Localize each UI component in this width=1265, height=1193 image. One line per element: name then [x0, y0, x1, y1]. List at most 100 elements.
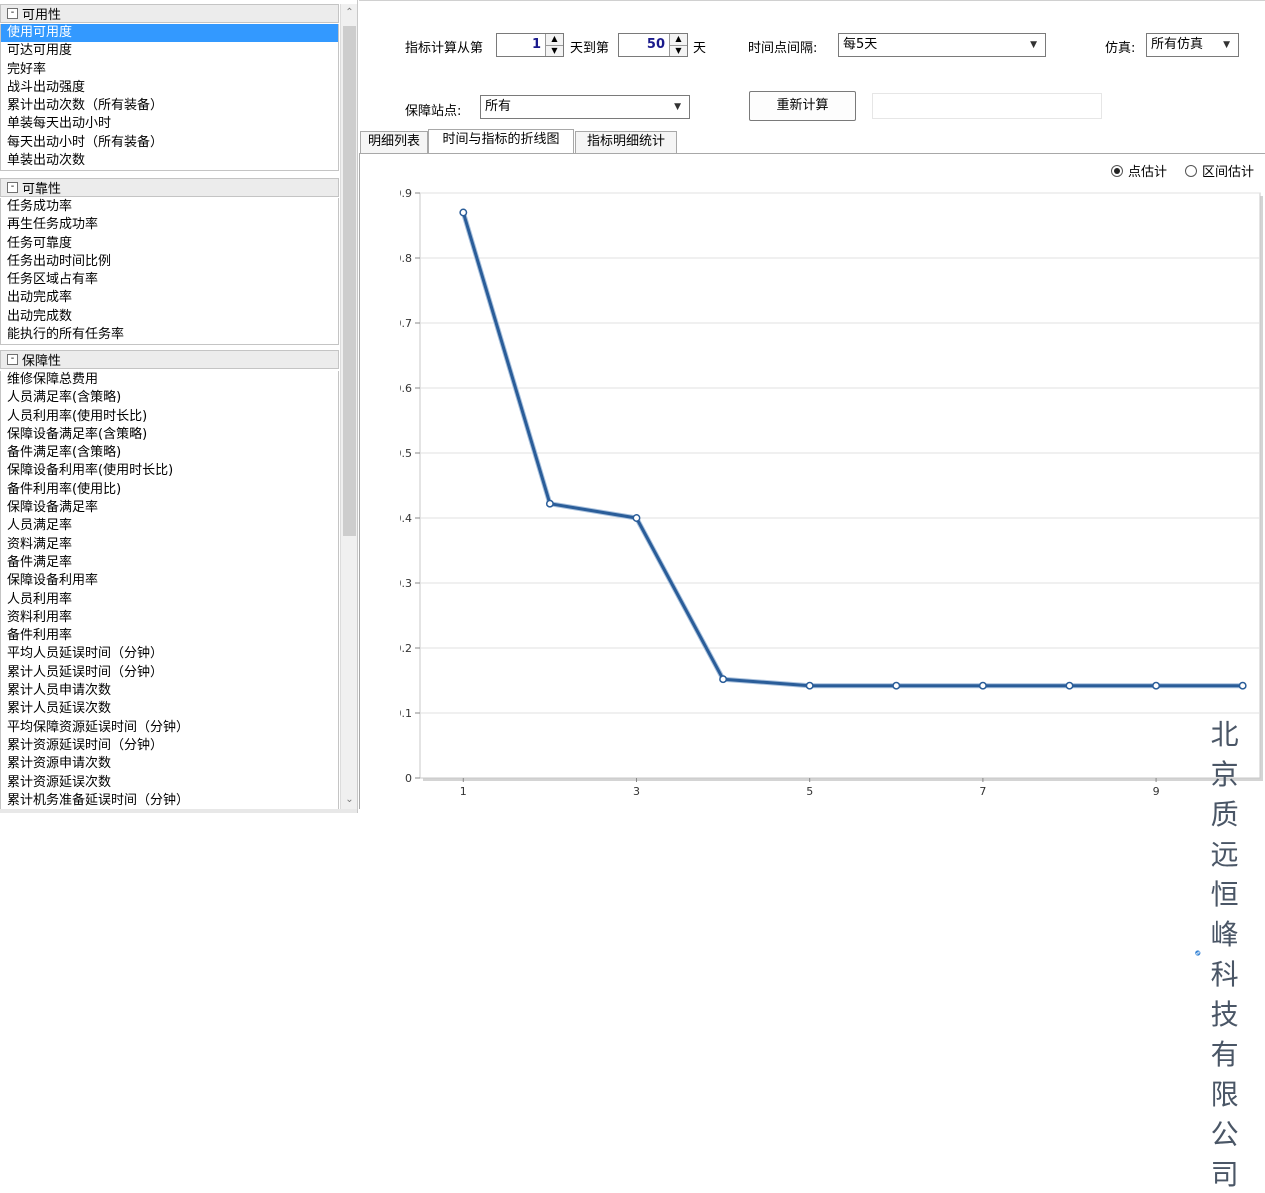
indicator-item[interactable]: 保障设备利用率(使用时长比)	[1, 462, 338, 480]
chevron-down-icon: ▼	[674, 102, 681, 112]
y-tick-label: 0.6	[400, 382, 412, 395]
watermark-text: 北京质远恒峰科技有限公司	[1210, 718, 1240, 1191]
indicator-item[interactable]: 备件利用率(使用比)	[1, 481, 338, 499]
indicator-item[interactable]: 累计资源延误时间（分钟）	[1, 737, 338, 755]
collapse-icon[interactable]: -	[7, 8, 18, 19]
radio-point-estimate[interactable]: 点估计	[1111, 161, 1167, 180]
indicator-item[interactable]: 备件满足率	[1, 554, 338, 572]
indicator-item[interactable]: 可达可用度	[1, 42, 338, 60]
group-header-reliability[interactable]: - 可靠性	[0, 178, 339, 197]
group-header-supportability[interactable]: - 保障性	[0, 350, 339, 369]
simulation-select[interactable]: 所有仿真 ▼	[1146, 33, 1239, 57]
radio-unchecked-icon[interactable]	[1185, 164, 1197, 177]
indicator-item[interactable]: 累计资源申请次数	[1, 755, 338, 773]
y-tick-label: 0.9	[400, 187, 412, 200]
x-tick-label: 9	[1153, 785, 1160, 798]
data-point	[978, 681, 987, 690]
indicator-item[interactable]: 任务区域占有率	[1, 271, 338, 289]
scroll-thumb[interactable]	[343, 26, 356, 536]
end-day-value[interactable]: 50	[619, 34, 669, 56]
x-tick-label: 3	[633, 785, 640, 798]
data-point	[892, 681, 901, 690]
collapse-icon[interactable]: -	[7, 354, 18, 365]
interval-select[interactable]: 每5天 ▼	[838, 33, 1046, 57]
watermark: 北京质远恒峰科技有限公司	[1195, 713, 1265, 1193]
indicator-item[interactable]: 累计资源延误次数	[1, 774, 338, 792]
tab-line-chart[interactable]: 时间与指标的折线图	[428, 129, 574, 153]
tab-detail-list[interactable]: 明细列表	[360, 131, 428, 153]
spin-up-icon[interactable]: ▲	[546, 34, 563, 46]
indicator-item[interactable]: 每天出动小时（所有装备）	[1, 134, 338, 152]
indicator-item[interactable]: 平均人员延误时间（分钟）	[1, 645, 338, 663]
y-tick-label: 0.1	[400, 707, 412, 720]
start-day-value[interactable]: 1	[497, 34, 545, 56]
radio-interval-estimate[interactable]: 区间估计	[1185, 161, 1254, 180]
indicator-item[interactable]: 累计人员申请次数	[1, 682, 338, 700]
group-list-availability: 使用可用度 可达可用度 完好率 战斗出动强度 累计出动次数（所有装备） 单装每天出动小时每…	[0, 24, 339, 172]
start-day-spinner[interactable]: 1 ▲ ▼	[496, 33, 564, 57]
indicator-item[interactable]: 保障设备满足率(含策略)	[1, 426, 338, 444]
indicator-item[interactable]: 人员利用率(使用时长比)	[1, 408, 338, 426]
group-title: 可靠性	[22, 182, 62, 197]
station-select[interactable]: 所有 ▼	[480, 95, 690, 119]
recalculate-button[interactable]: 重新计算	[749, 91, 856, 121]
range-prefix-label: 指标计算从第	[405, 41, 484, 56]
indicator-item[interactable]: 使用可用度	[1, 24, 338, 43]
group-header-availability[interactable]: - 可用性	[0, 4, 339, 23]
indicator-item[interactable]: 累计出动次数（所有装备）	[1, 97, 338, 115]
indicator-item[interactable]: 累计人员延误时间（分钟）	[1, 664, 338, 682]
indicator-item[interactable]: 平均保障资源延误时间（分钟）	[1, 719, 338, 737]
indicator-item[interactable]: 单装出动次数	[1, 152, 338, 170]
spin-up-icon[interactable]: ▲	[670, 34, 687, 46]
indicator-item[interactable]: 保障设备满足率	[1, 499, 338, 517]
y-tick-label: 0.7	[400, 317, 412, 330]
data-point	[1152, 681, 1161, 690]
end-day-spinner[interactable]: 50 ▲ ▼	[618, 33, 688, 57]
spinner-buttons[interactable]: ▲ ▼	[669, 34, 687, 56]
indicator-item[interactable]: 出动完成数	[1, 308, 338, 326]
indicator-item[interactable]: 任务出动时间比例	[1, 253, 338, 271]
indicator-item[interactable]: 保障设备利用率	[1, 572, 338, 590]
indicator-item[interactable]: 维修保障总费用	[1, 371, 338, 389]
scroll-up-icon[interactable]: ⌃	[341, 4, 357, 22]
left-horizontal-scrollbar[interactable]	[0, 809, 357, 813]
x-tick-label: 7	[979, 785, 986, 798]
indicator-item[interactable]: 累计机务准备延误时间（分钟）	[1, 792, 338, 810]
spinner-buttons[interactable]: ▲ ▼	[545, 34, 563, 56]
scroll-down-icon[interactable]: ⌄	[341, 791, 357, 809]
interval-label: 时间点间隔:	[748, 41, 818, 56]
data-point	[545, 499, 554, 508]
indicator-item[interactable]: 任务成功率	[1, 198, 338, 216]
y-tick-label: 0.4	[400, 512, 412, 525]
indicator-item[interactable]: 资料满足率	[1, 536, 338, 554]
company-logo-icon	[1195, 950, 1201, 956]
collapse-icon[interactable]: -	[7, 182, 18, 193]
line-chart: 0 0.1 0.2 0.3 0.4 0.5 0.6 0.7 0.8 0.9 1 3 5 7 9	[400, 183, 1265, 804]
indicator-item[interactable]: 任务可靠度	[1, 235, 338, 253]
indicator-item[interactable]: 人员利用率	[1, 591, 338, 609]
indicator-item[interactable]: 人员满足率	[1, 517, 338, 535]
station-label: 保障站点:	[405, 104, 462, 119]
data-point	[1238, 681, 1247, 690]
spin-down-icon[interactable]: ▼	[670, 45, 687, 56]
indicator-item[interactable]: 战斗出动强度	[1, 79, 338, 97]
chevron-down-icon: ▼	[1030, 40, 1037, 50]
radio-checked-icon[interactable]	[1111, 164, 1123, 177]
data-point	[1065, 681, 1074, 690]
tab-indicator-stats[interactable]: 指标明细统计	[575, 131, 677, 153]
indicator-item[interactable]: 累计人员延误次数	[1, 700, 338, 718]
indicator-item[interactable]: 人员满足率(含策略)	[1, 389, 338, 407]
indicator-item[interactable]: 完好率	[1, 61, 338, 79]
indicator-item[interactable]: 备件满足率(含策略)	[1, 444, 338, 462]
y-tick-label: 0.3	[400, 577, 412, 590]
indicator-item[interactable]: 备件利用率	[1, 627, 338, 645]
indicator-item[interactable]: 再生任务成功率	[1, 216, 338, 234]
spin-down-icon[interactable]: ▼	[546, 45, 563, 56]
indicator-item[interactable]: 出动完成率	[1, 289, 338, 307]
indicator-item[interactable]: 单装每天出动小时	[1, 115, 338, 133]
indicator-item[interactable]: 资料利用率	[1, 609, 338, 627]
range-middle-label: 天到第	[570, 41, 610, 56]
left-vertical-scrollbar[interactable]: ⌃ ⌄	[340, 4, 357, 809]
chevron-down-icon: ▼	[1223, 40, 1230, 50]
indicator-item[interactable]: 能执行的所有任务率	[1, 326, 338, 344]
